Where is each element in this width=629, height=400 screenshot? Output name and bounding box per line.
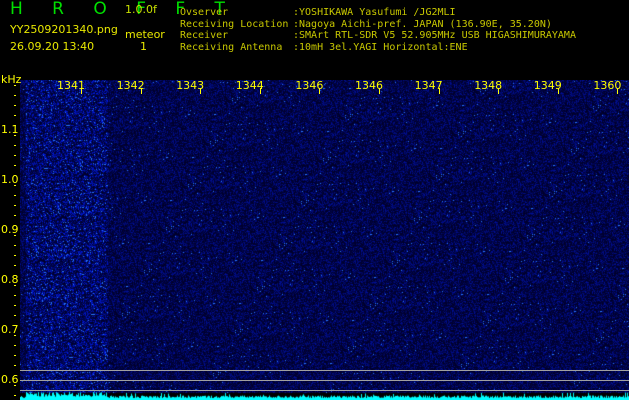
y-tick-mark	[14, 245, 16, 246]
reference-line	[20, 380, 629, 381]
info-labels: Ovserver Receiving Location Receiver Rec…	[180, 7, 288, 54]
y-tick-mark	[14, 125, 16, 126]
y-tick-mark	[14, 155, 16, 156]
y-tick-mark	[14, 345, 16, 346]
y-tick-mark	[14, 225, 16, 226]
y-tick-mark	[14, 335, 16, 336]
y-tick-mark	[14, 275, 16, 276]
y-tick-mark	[14, 135, 16, 136]
x-tick-mark	[617, 88, 619, 94]
y-tick-mark	[14, 165, 16, 166]
y-tick-mark	[14, 195, 16, 196]
y-tick-mark	[14, 315, 16, 316]
y-tick-mark	[14, 265, 16, 266]
y-tick-mark	[14, 145, 16, 146]
y-tick-mark	[14, 235, 16, 236]
meteor-count: 1	[140, 40, 147, 53]
y-tick-mark	[14, 215, 16, 216]
x-tick-mark	[140, 88, 142, 94]
x-tick-mark	[379, 88, 380, 94]
x-tick-mark	[498, 88, 500, 94]
y-tick-mark	[14, 375, 16, 376]
y-tick-mark	[14, 395, 16, 396]
info-value: :YOSHIKAWA Yasufumi /JG2MLI	[293, 7, 456, 18]
y-tick-mark	[14, 115, 16, 116]
info-label: Ovserver	[180, 7, 229, 18]
version: 1.0.0f	[125, 3, 157, 16]
reference-line	[20, 370, 629, 371]
spectrogram	[20, 80, 629, 400]
x-tick-mark	[200, 88, 202, 94]
y-tick-mark	[14, 365, 16, 366]
y-tick-mark	[14, 255, 16, 256]
y-tick-mark	[14, 305, 16, 306]
y-unit: kHz	[1, 73, 22, 86]
info-label: Receiving Antenna	[180, 42, 283, 54]
info-values: :YOSHIKAWA Yasufumi /JG2MLI :Nagoya Aich…	[293, 7, 576, 54]
y-tick-mark	[14, 285, 16, 286]
y-tick-mark	[14, 95, 16, 96]
x-tick-mark	[438, 88, 440, 94]
x-tick-mark	[319, 88, 321, 94]
info-label: Receiver	[180, 30, 229, 42]
x-tick-mark	[81, 88, 82, 94]
y-tick-mark	[14, 385, 16, 386]
info-value: :SMArt RTL-SDR V5 52.905MHz USB HIGASHIM…	[293, 30, 576, 42]
x-tick-mark	[557, 88, 559, 94]
y-tick-mark	[14, 85, 16, 86]
reference-line	[20, 390, 629, 391]
info-value: :10mH 3el.YAGI Horizontal:ENE	[293, 42, 468, 54]
datetime: 26.09.20 13:40	[10, 40, 95, 53]
y-tick-mark	[14, 105, 16, 106]
filename: YY2509201340.png	[10, 23, 118, 36]
y-tick-mark	[14, 295, 16, 296]
info-value: :Nagoya Aichi-pref. JAPAN (136.90E, 35.2…	[293, 18, 552, 30]
y-tick-mark	[14, 325, 16, 326]
y-tick-mark	[14, 205, 16, 206]
y-tick-mark	[14, 355, 16, 356]
y-tick-mark	[14, 175, 16, 176]
y-tick-mark	[14, 185, 16, 186]
info-label: Receiving Location	[180, 18, 289, 30]
x-tick-mark	[259, 88, 261, 94]
